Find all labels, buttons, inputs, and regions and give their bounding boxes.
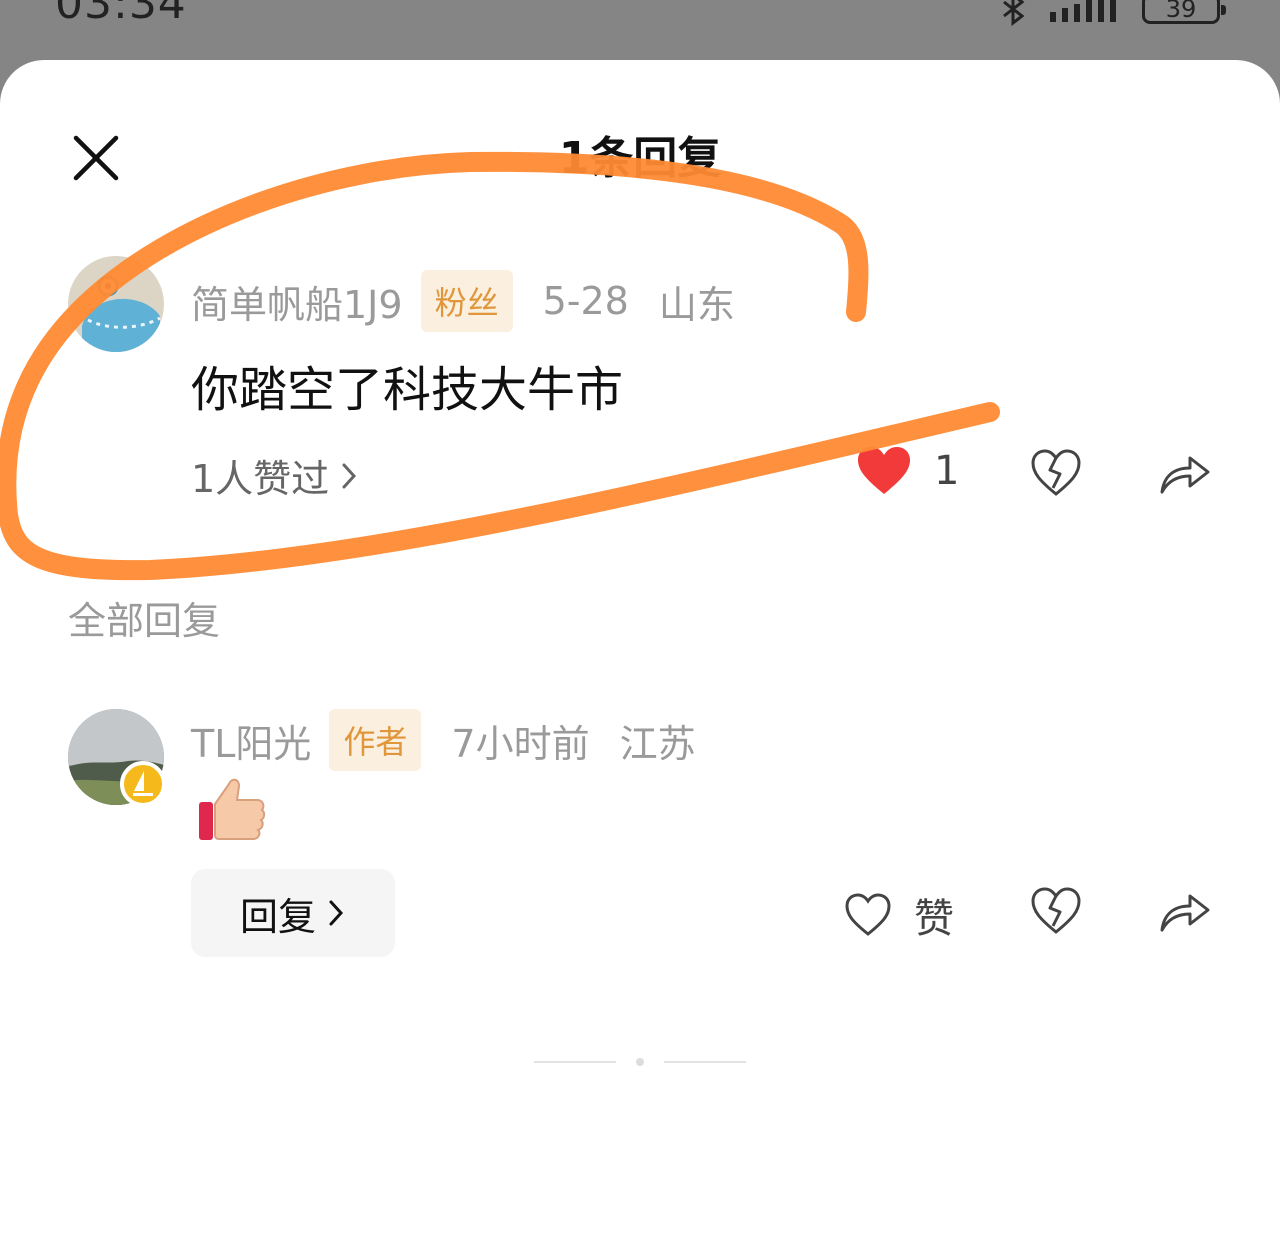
broken-heart-icon[interactable]: [1030, 448, 1082, 498]
creator-badge-icon: [120, 761, 166, 807]
reply-button-label: 回复: [239, 894, 316, 939]
reply-region: 江苏: [619, 721, 696, 766]
likes-link-label: 1人赞过: [191, 457, 330, 501]
author-badge: 作者: [329, 709, 422, 771]
comment-username[interactable]: 简单帆船1J9: [191, 274, 403, 329]
sheet-title: 1条回复: [558, 133, 722, 184]
heart-filled-icon: [858, 447, 910, 494]
heart-outline-icon: [845, 893, 891, 936]
battery-indicator: 39: [1142, 0, 1226, 24]
reply-sheet: 1条回复 简单帆船1J9 粉丝 5-28 山东 你踏空了科技大牛市 1人赞过 1: [0, 60, 1280, 1238]
comment-region: 山东: [658, 282, 735, 327]
reply-like-button[interactable]: 赞: [844, 886, 954, 944]
like-count: 1: [934, 448, 960, 494]
fan-badge: 粉丝: [420, 270, 513, 332]
reply-like-label: 赞: [914, 896, 954, 942]
likes-link[interactable]: 1人赞过: [191, 448, 359, 503]
comment-text: 你踏空了科技大牛市: [191, 362, 624, 418]
reply-meta: TL阳光 作者 7小时前 江苏: [191, 709, 726, 771]
bluetooth-icon: [1003, 0, 1025, 26]
avatar-image: [68, 256, 164, 352]
all-replies-label: 全部回复: [68, 599, 221, 643]
chevron-right-icon: [342, 463, 357, 488]
reply-time: 7小时前: [451, 721, 590, 766]
avatar[interactable]: [68, 709, 166, 807]
status-bar: 03:34 39: [0, 0, 1280, 60]
status-time: 03:34: [55, 0, 187, 29]
comment-date: 5-28: [542, 279, 629, 323]
broken-heart-icon[interactable]: [1030, 886, 1082, 936]
status-icons: 39: [1000, 0, 1226, 26]
comment-meta: 简单帆船1J9 粉丝 5-28 山东: [191, 270, 765, 332]
chevron-right-icon: [329, 900, 344, 926]
share-icon[interactable]: [1158, 886, 1212, 936]
share-icon[interactable]: [1158, 448, 1212, 498]
thumbs-up-icon: [199, 778, 266, 840]
reply-emoji: [195, 772, 267, 844]
like-button[interactable]: 1: [856, 445, 959, 497]
signal-icon: [1050, 0, 1116, 22]
loading-indicator: [534, 1058, 746, 1066]
reply-username[interactable]: TL阳光: [191, 713, 311, 768]
reply-button[interactable]: 回复: [191, 869, 395, 957]
avatar[interactable]: [68, 256, 164, 352]
